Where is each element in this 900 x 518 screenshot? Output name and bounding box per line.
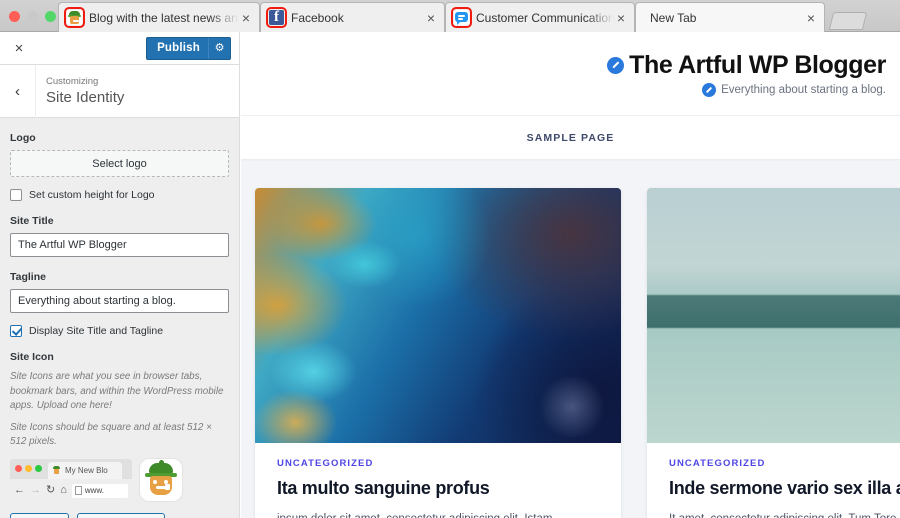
mini-url-bar: www.	[71, 483, 128, 498]
browser-tab-title: New Tab	[650, 10, 697, 25]
browser-tab-title: Blog with the latest news and i	[89, 10, 239, 25]
site-icon-help-2: Site Icons should be square and at least…	[10, 421, 212, 448]
forward-arrow-icon: →	[30, 484, 41, 496]
custom-logo-height-checkbox[interactable]	[10, 189, 22, 201]
post-category[interactable]: Uncategorized	[669, 458, 900, 469]
browser-tab-title: Facebook	[291, 10, 344, 25]
change-site-icon-button[interactable]: Change image	[77, 512, 166, 518]
mini-browser-tab: My New Blo	[48, 461, 122, 479]
tab-strip: Blog with the latest news and i × Facebo…	[58, 0, 868, 32]
wordpress-blog-favicon-icon	[64, 7, 85, 28]
browser-tab-facebook[interactable]: Facebook ×	[260, 2, 445, 32]
customizer-sidebar: × Publish ⚙ ‹ Customizing Site Identity …	[0, 32, 240, 518]
window-traffic-lights	[9, 11, 56, 22]
aerial-reef-coastline-photo	[255, 188, 621, 443]
site-icon-help-1: Site Icons are what you see in browser t…	[10, 371, 224, 411]
post-excerpt: ipsum dolor sit amet, consectetur adipis…	[277, 511, 599, 518]
site-preview-pane: The Artful WP Blogger Everything about s…	[241, 32, 900, 518]
publish-button-label: Publish	[157, 42, 200, 54]
person-in-wide-hat-by-sea-photo	[647, 188, 900, 443]
custom-logo-height-label: Set custom height for Logo	[29, 189, 155, 201]
post-card[interactable]: Uncategorized Ita multo sanguine profus …	[255, 188, 621, 518]
browser-tab-customer-communication[interactable]: Customer Communication Plat ×	[445, 2, 635, 32]
zoom-window-button[interactable]	[45, 11, 56, 22]
display-title-tagline-checkbox[interactable]	[10, 325, 22, 337]
browser-tab-title: Customer Communication Plat	[476, 10, 614, 25]
site-title-row: The Artful WP Blogger	[607, 51, 886, 80]
site-icon-actions: Remove Change image	[10, 512, 229, 518]
post-card[interactable]: Uncategorized Inde sermone vario sex ill…	[647, 188, 900, 518]
tab-close-icon[interactable]: ×	[804, 11, 818, 25]
display-title-tagline-row[interactable]: Display Site Title and Tagline	[10, 325, 229, 337]
post-excerpt: It amet, consectetur adipiscing elit. Tu…	[669, 511, 900, 518]
tagline-label: Tagline	[10, 271, 46, 283]
publish-button[interactable]: Publish ⚙	[146, 36, 231, 60]
display-title-tagline-label: Display Site Title and Tagline	[29, 325, 164, 337]
nav-item-sample-page[interactable]: Sample Page	[527, 132, 615, 144]
tab-close-icon[interactable]: ×	[614, 11, 628, 25]
close-customizer-button[interactable]: ×	[0, 32, 38, 64]
close-window-button[interactable]	[9, 11, 20, 22]
site-tagline-row: Everything about starting a blog.	[702, 82, 886, 97]
tab-close-icon[interactable]: ×	[239, 11, 253, 25]
mini-url-text: www.	[84, 486, 104, 495]
post-title[interactable]: Inde sermone vario sex illa a	[669, 477, 900, 499]
select-logo-button[interactable]: Select logo	[10, 150, 229, 177]
back-arrow-icon: ←	[14, 484, 25, 496]
home-icon: ⌂	[60, 484, 67, 496]
new-tab-button[interactable]	[828, 12, 868, 30]
preview-site-title: The Artful WP Blogger	[629, 50, 886, 79]
panel-title: Site Identity	[46, 89, 125, 106]
mini-tab-title: My New Blo	[65, 465, 108, 475]
mini-browser-mockup: My New Blo ← → ↻ ⌂ www.	[10, 458, 132, 503]
gear-icon[interactable]: ⚙	[208, 37, 230, 59]
tagline-input[interactable]	[10, 289, 229, 313]
browser-tab-bar: Blog with the latest news and i × Facebo…	[0, 0, 900, 32]
customizing-eyebrow: Customizing	[46, 76, 99, 87]
edit-pencil-icon[interactable]	[702, 82, 717, 97]
site-icon-label: Site Icon	[10, 351, 54, 363]
browser-window: Blog with the latest news and i × Facebo…	[0, 0, 900, 518]
mini-favicon-icon	[52, 465, 61, 475]
customizer-panel-header: ‹ Customizing Site Identity	[0, 64, 239, 118]
site-icon-preview: My New Blo ← → ↻ ⌂ www.	[10, 458, 229, 503]
post-category[interactable]: Uncategorized	[277, 458, 599, 469]
remove-site-icon-button[interactable]: Remove	[10, 512, 70, 518]
post-title[interactable]: Ita multo sanguine profus	[277, 477, 599, 499]
preview-site-tagline: Everything about starting a blog.	[721, 83, 886, 96]
site-title-input[interactable]	[10, 233, 229, 257]
chat-bubble-favicon-icon	[451, 7, 472, 28]
customizer-controls: Logo Select logo Set custom height for L…	[0, 118, 239, 518]
customizer-topbar: × Publish ⚙	[0, 32, 239, 65]
site-title-label: Site Title	[10, 215, 54, 227]
mini-traffic-lights	[15, 465, 42, 472]
minimize-window-button[interactable]	[27, 11, 38, 22]
page-icon	[74, 486, 82, 495]
browser-tab-new-tab[interactable]: New Tab ×	[635, 2, 825, 32]
site-icon-thumbnail	[140, 458, 182, 501]
browser-tab-blog[interactable]: Blog with the latest news and i ×	[58, 2, 260, 32]
reload-icon: ↻	[46, 484, 56, 496]
logo-label: Logo	[10, 132, 36, 144]
site-header: The Artful WP Blogger Everything about s…	[241, 32, 900, 115]
edit-pencil-icon[interactable]	[607, 56, 625, 74]
tab-close-icon[interactable]: ×	[424, 11, 438, 25]
facebook-favicon-icon	[266, 7, 287, 28]
site-navigation: Sample Page	[241, 115, 900, 159]
post-card-grid: Uncategorized Ita multo sanguine profus …	[241, 159, 900, 518]
back-chevron-icon[interactable]: ‹	[0, 64, 36, 118]
custom-logo-height-checkbox-row[interactable]: Set custom height for Logo	[10, 189, 229, 201]
